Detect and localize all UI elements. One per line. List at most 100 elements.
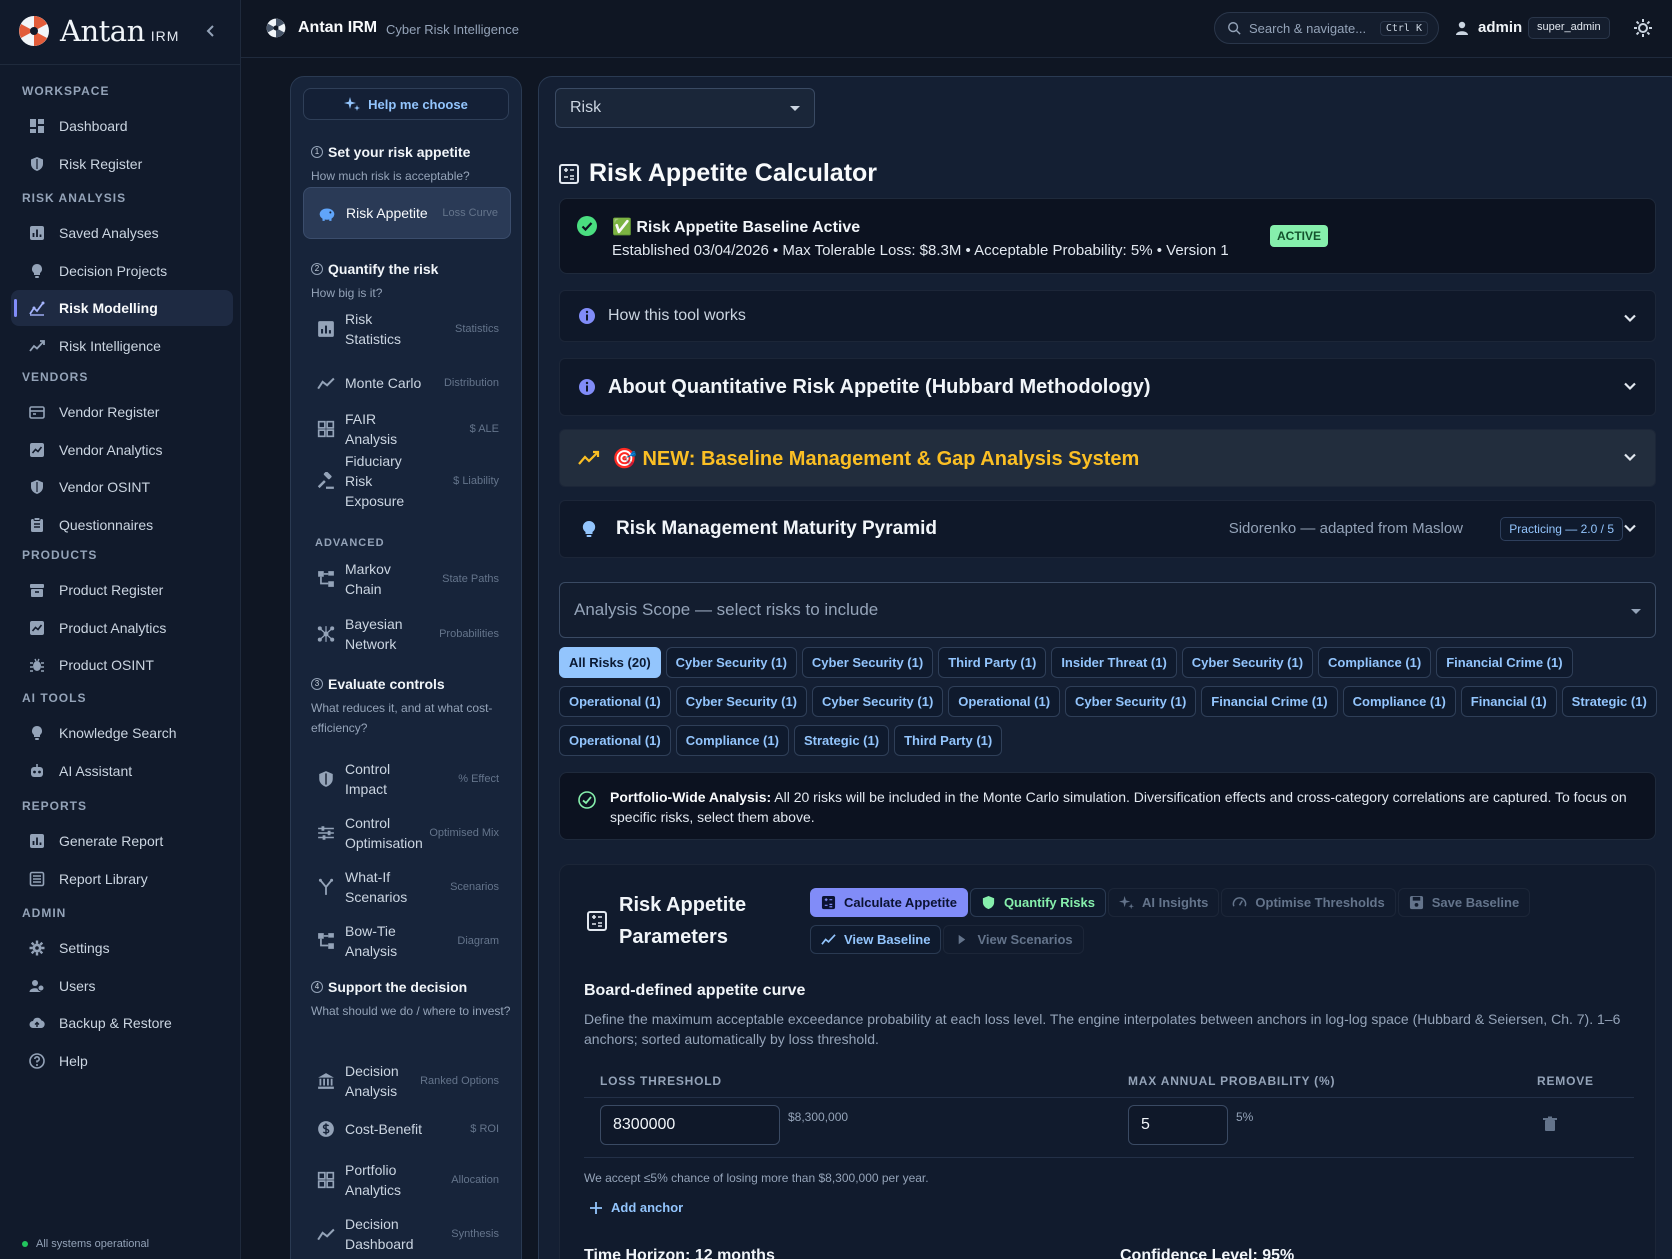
sidebar-item-product-osint[interactable]: Product OSINT xyxy=(11,647,233,683)
sidebar-item-product-register[interactable]: Product Register xyxy=(11,572,233,608)
accordion-how-it-works[interactable]: How this tool works xyxy=(559,290,1656,342)
loss-threshold-input[interactable]: 8300000 xyxy=(600,1105,780,1145)
method-markov-chain[interactable]: Markov Chain State Paths xyxy=(303,552,511,606)
risk-filter-chip[interactable]: Cyber Security (1) xyxy=(1065,686,1197,717)
sidebar-item-product-analytics[interactable]: Product Analytics xyxy=(11,610,233,646)
risk-filter-chip[interactable]: Cyber Security (1) xyxy=(665,647,797,678)
help-me-choose-button[interactable]: Help me choose xyxy=(303,88,509,120)
sidebar-item-risk-register[interactable]: Risk Register xyxy=(11,146,233,182)
risk-filter-chip[interactable]: Strategic (1) xyxy=(793,725,890,756)
method-label: Control Optimisation xyxy=(345,815,423,851)
risk-filter-chip[interactable]: Compliance (1) xyxy=(675,725,789,756)
step-title: 4 Support the decision xyxy=(311,979,467,995)
sidebar-item-help[interactable]: Help xyxy=(11,1043,233,1079)
tab-save-baseline[interactable]: Save Baseline xyxy=(1397,888,1531,917)
top-bar: Antan IRM Cyber Risk Intelligence Search… xyxy=(241,0,1672,58)
sidebar-item-label: Users xyxy=(59,977,96,994)
user-icon[interactable] xyxy=(1454,20,1470,36)
column-remove: REMOVE xyxy=(1537,1074,1594,1088)
risk-filter-chip[interactable]: Operational (1) xyxy=(948,686,1061,717)
analysis-type-select[interactable]: Risk xyxy=(555,88,815,128)
risk-filter-chip[interactable]: Cyber Security (1) xyxy=(1181,647,1314,678)
add-anchor-button[interactable]: Add anchor xyxy=(589,1200,683,1215)
sidebar-section-title: RISK ANALYSIS xyxy=(22,191,127,205)
method-fair-analysis[interactable]: FAIR Analysis $ ALE xyxy=(303,409,511,449)
tab-view-baseline[interactable]: View Baseline xyxy=(810,925,942,954)
method-bayesian-network[interactable]: Bayesian Network Probabilities xyxy=(303,607,511,661)
tab-optimise-thresholds[interactable]: Optimise Thresholds xyxy=(1221,888,1396,917)
risk-filter-chip[interactable]: Compliance (1) xyxy=(1318,647,1432,678)
risk-filter-chip[interactable]: Financial (1) xyxy=(1460,686,1557,717)
app-title: Antan IRM xyxy=(298,19,378,36)
lightbulb-icon xyxy=(32,263,42,278)
method-control-impact[interactable]: Control Impact % Effect xyxy=(303,752,511,806)
library-icon xyxy=(29,871,45,886)
accordion-baseline-management[interactable]: 🎯 NEW: Baseline Management & Gap Analysi… xyxy=(559,429,1656,487)
risk-filter-chip[interactable]: Cyber Security (1) xyxy=(801,647,934,678)
method-bow-tie-analysis[interactable]: Bow-Tie Analysis Diagram xyxy=(303,914,511,968)
method-portfolio-analytics[interactable]: Portfolio Analytics Allocation xyxy=(303,1153,511,1207)
sidebar-section-title: REPORTS xyxy=(22,799,88,813)
risk-filter-chip[interactable]: Operational (1) xyxy=(559,686,671,717)
brand[interactable]: Antan IRM xyxy=(18,14,179,48)
time-horizon-label: Time Horizon: 12 months xyxy=(584,1247,775,1259)
collapse-sidebar-icon[interactable] xyxy=(204,22,218,40)
sidebar-item-vendor-osint[interactable]: Vendor OSINT xyxy=(11,469,233,505)
sidebar-item-saved-analyses[interactable]: Saved Analyses xyxy=(11,215,233,251)
risk-filter-chip[interactable]: Third Party (1) xyxy=(938,647,1047,678)
theme-toggle-icon[interactable] xyxy=(1633,18,1653,38)
analysis-scope-select[interactable]: Analysis Scope — select risks to include xyxy=(559,582,1656,638)
sidebar-item-questionnaires[interactable]: Questionnaires xyxy=(11,507,233,543)
method-control-optimisation[interactable]: Control Optimisation Optimised Mix xyxy=(303,806,511,860)
method-monte-carlo[interactable]: Monte Carlo Distribution xyxy=(303,356,511,410)
sidebar-item-ai-assistant[interactable]: AI Assistant xyxy=(11,753,233,789)
help-icon xyxy=(29,1052,45,1069)
sidebar-item-knowledge-search[interactable]: Knowledge Search xyxy=(11,715,233,751)
bar-chart-icon xyxy=(318,321,334,337)
sidebar-item-risk-modelling[interactable]: Risk Modelling xyxy=(11,290,233,326)
risk-filter-chip[interactable]: Third Party (1) xyxy=(894,725,1003,756)
sidebar-item-users[interactable]: Users xyxy=(11,968,233,1004)
sidebar-item-settings[interactable]: Settings xyxy=(11,930,233,966)
accordion-about-hubbard[interactable]: About Quantitative Risk Appetite (Hubbar… xyxy=(559,358,1656,416)
sidebar-item-vendor-register[interactable]: Vendor Register xyxy=(11,394,233,430)
sidebar-item-dashboard[interactable]: Dashboard xyxy=(11,108,233,144)
method-fiduciary-risk-exposure[interactable]: Fiduciary Risk Exposure $ Liability xyxy=(303,452,511,510)
method-decision-analysis[interactable]: Decision Analysis Ranked Options xyxy=(303,1054,511,1108)
piggy-bank-icon xyxy=(319,208,335,221)
method-risk-appetite[interactable]: Risk Appetite Loss Curve xyxy=(303,187,511,239)
risk-filter-chip[interactable]: Financial Crime (1) xyxy=(1436,647,1573,678)
max-probability-input[interactable]: 5 xyxy=(1128,1105,1228,1145)
sidebar-item-decision-projects[interactable]: Decision Projects xyxy=(11,253,233,289)
method-cost-benefit[interactable]: Cost-Benefit $ ROI xyxy=(303,1109,511,1149)
tab-calculate-appetite[interactable]: Calculate Appetite xyxy=(810,888,968,917)
method-decision-dashboard[interactable]: Decision Dashboard Synthesis xyxy=(303,1207,511,1259)
sidebar-item-report-library[interactable]: Report Library xyxy=(11,861,233,897)
risk-filter-chip[interactable]: Cyber Security (1) xyxy=(812,686,944,717)
tab-ai-insights[interactable]: AI Insights xyxy=(1107,888,1220,917)
sidebar-item-vendor-analytics[interactable]: Vendor Analytics xyxy=(11,432,233,468)
tab-quantify-risks[interactable]: Quantify Risks xyxy=(969,888,1106,917)
search-input[interactable]: Search & navigate... Ctrl K xyxy=(1214,12,1439,44)
risk-filter-chip[interactable]: All Risks (20) xyxy=(559,647,661,678)
method-what-if-scenarios[interactable]: What-If Scenarios Scenarios xyxy=(303,860,511,914)
search-placeholder: Search & navigate... xyxy=(1249,20,1367,36)
sidebar-item-backup-restore[interactable]: Backup & Restore xyxy=(11,1005,233,1041)
app-root: Antan IRM WORKSPACE Dashboard Risk Registe… xyxy=(0,0,1672,1259)
risk-filter-chip[interactable]: Insider Threat (1) xyxy=(1051,647,1177,678)
risk-filter-chip[interactable]: Strategic (1) xyxy=(1561,686,1657,717)
sidebar-item-generate-report[interactable]: Generate Report xyxy=(11,823,233,859)
risk-filter-chip[interactable]: Compliance (1) xyxy=(1342,686,1456,717)
tab-view-scenarios[interactable]: View Scenarios xyxy=(943,925,1084,954)
risk-filter-chip[interactable]: Cyber Security (1) xyxy=(675,686,808,717)
method-risk-statistics[interactable]: Risk Statistics Statistics xyxy=(303,302,511,356)
sidebar-item-risk-intelligence[interactable]: Risk Intelligence xyxy=(11,328,233,364)
risk-filter-chip[interactable]: Financial Crime (1) xyxy=(1201,686,1338,717)
risk-filter-chip[interactable]: Operational (1) xyxy=(559,725,671,756)
user-name[interactable]: admin xyxy=(1478,19,1522,36)
accordion-maturity-pyramid[interactable]: Risk Management Maturity Pyramid Sidoren… xyxy=(559,500,1656,558)
sidebar-item-label: Generate Report xyxy=(59,833,164,849)
trash-icon[interactable] xyxy=(1542,1116,1558,1132)
caret-down-icon xyxy=(790,106,800,111)
status-text: All systems operational xyxy=(36,1238,150,1250)
